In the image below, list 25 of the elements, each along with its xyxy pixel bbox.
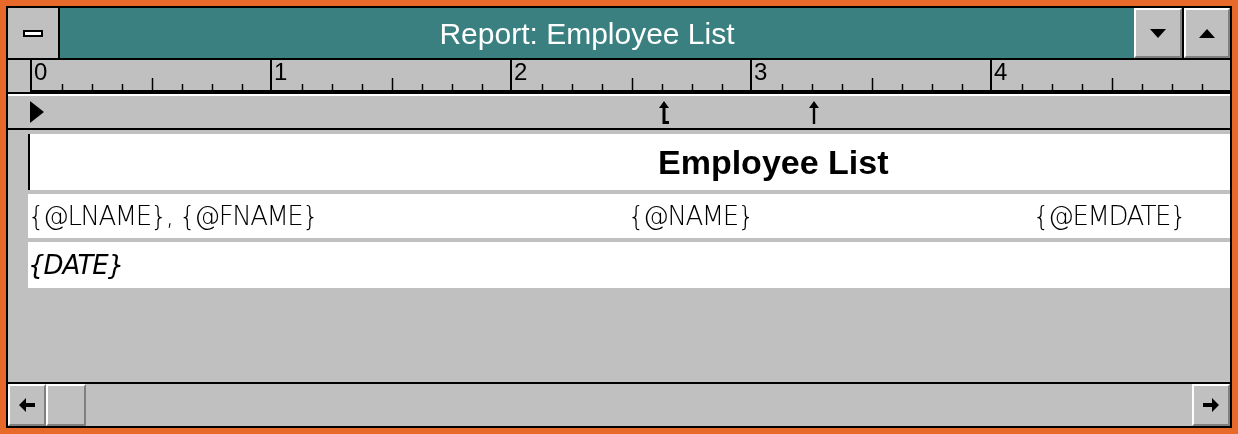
- scroll-right-button[interactable]: [1192, 384, 1230, 426]
- ruler-number: 4: [994, 60, 1008, 84]
- window-title: Report: Employee List: [439, 15, 735, 52]
- scroll-left-button[interactable]: [8, 384, 46, 426]
- field-placeholder[interactable]: {@EMDATE}: [1033, 196, 1186, 236]
- report-title[interactable]: Employee List: [658, 136, 889, 188]
- system-menu-button[interactable]: [8, 8, 60, 58]
- ruler-number: 0: [34, 60, 48, 84]
- maximize-button[interactable]: [1184, 8, 1230, 58]
- ruler-number: 1: [274, 60, 288, 84]
- ruler-number: 2: [514, 60, 528, 84]
- ruler-number: 3: [754, 60, 768, 84]
- left-arrow-icon: [19, 398, 35, 412]
- scroll-thumb[interactable]: [46, 384, 86, 426]
- date-field[interactable]: {DATE}: [28, 245, 124, 285]
- minus-icon: [23, 29, 43, 37]
- field-placeholder[interactable]: {@LNAME}, {@FNAME}: [28, 196, 628, 236]
- tab-stop-icon[interactable]: [658, 99, 670, 125]
- tab-stop-icon[interactable]: [808, 99, 820, 125]
- indent-marker-icon[interactable]: [30, 101, 44, 123]
- up-triangle-icon: [1199, 28, 1215, 38]
- right-arrow-icon: [1203, 398, 1219, 412]
- minimize-button[interactable]: [1134, 8, 1182, 58]
- down-triangle-icon: [1150, 28, 1166, 38]
- field-placeholder[interactable]: {@NAME}: [628, 196, 1033, 236]
